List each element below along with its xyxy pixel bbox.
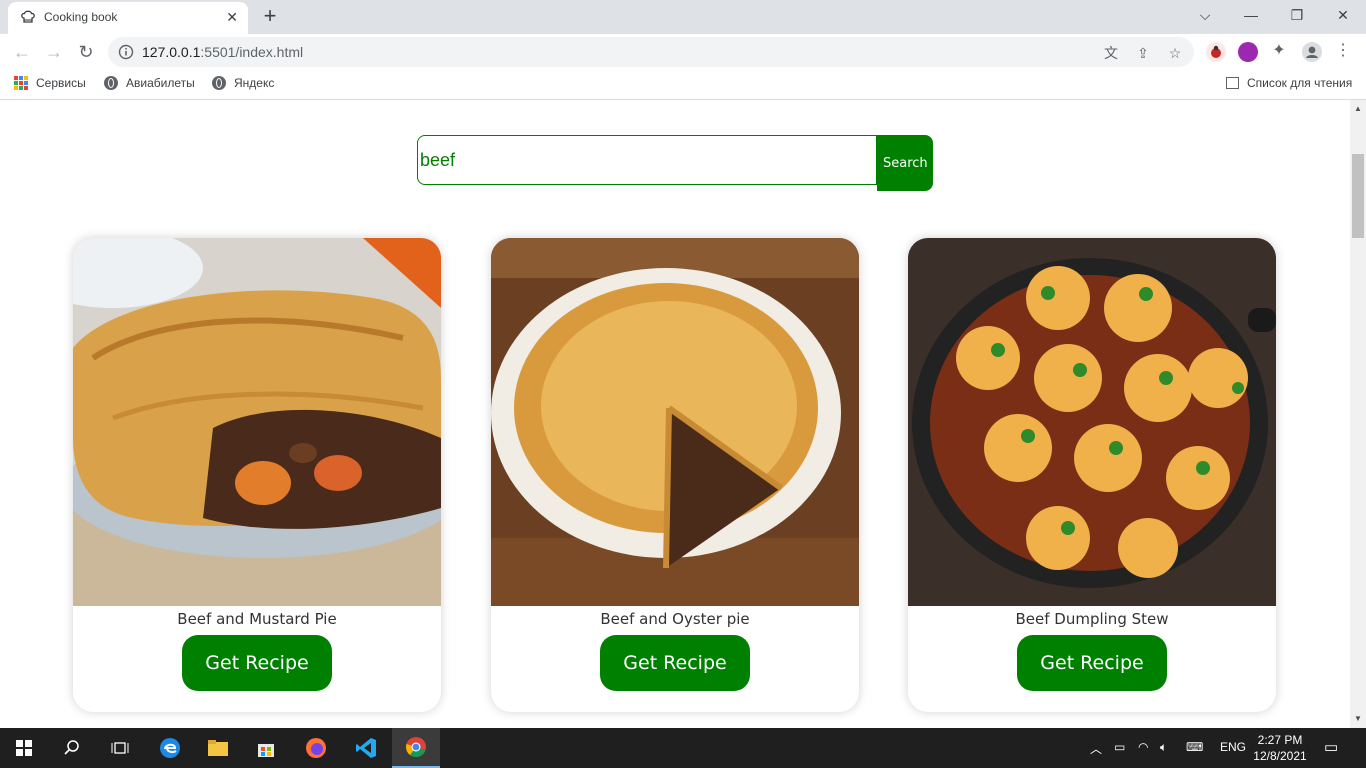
extensions-puzzle-icon[interactable]: ✦ <box>1270 42 1288 60</box>
system-clock[interactable]: 2:27 PM 12/8/2021 <box>1252 732 1308 764</box>
tab-search-button[interactable]: ⌵ <box>1185 4 1225 28</box>
recipe-photo-beef-mustard-pie <box>73 238 441 606</box>
recipe-card: Beef and Mustard Pie Get Recipe <box>73 238 441 712</box>
vscode-icon[interactable] <box>342 728 390 768</box>
share-icon[interactable]: ⇪ <box>1134 44 1152 62</box>
file-explorer-icon[interactable] <box>194 728 242 768</box>
reading-list-icon <box>1226 77 1239 89</box>
tray-chevron-up-icon[interactable]: ︿ <box>1090 740 1102 757</box>
store-icon[interactable] <box>242 728 290 768</box>
url-path: :5501/index.html <box>200 44 304 60</box>
recipe-name: Beef Dumpling Stew <box>1015 610 1169 628</box>
close-tab-icon[interactable]: ✕ <box>226 8 238 26</box>
bookmarks-bar: Сервисы Авиабилеты Яндекс Список для чте… <box>0 70 1366 100</box>
scroll-down-arrow-icon[interactable]: ▼ <box>1354 714 1362 723</box>
new-tab-button[interactable]: + <box>258 5 282 29</box>
bookmark-yandex[interactable]: Яндекс <box>212 76 274 90</box>
maximize-button[interactable]: ❐ <box>1277 4 1317 28</box>
tab-title: Cooking book <box>44 10 118 24</box>
minimize-button[interactable]: — <box>1231 4 1271 28</box>
start-windows-icon[interactable] <box>0 728 48 768</box>
bookmark-services[interactable]: Сервисы <box>14 76 86 90</box>
tab-strip: Cooking book ✕ + ⌵ — ❐ ✕ <box>0 0 1366 34</box>
search-icon[interactable] <box>48 728 96 768</box>
keyboard-icon[interactable]: ⌨︎ <box>1186 740 1203 754</box>
reload-button[interactable]: ↻ <box>74 40 98 64</box>
edge-browser-icon[interactable] <box>146 728 194 768</box>
clock-date: 12/8/2021 <box>1253 749 1307 763</box>
chef-hat-icon <box>21 10 35 23</box>
battery-icon[interactable]: ▭ <box>1114 740 1125 754</box>
search-input[interactable] <box>417 135 877 185</box>
info-icon[interactable] <box>118 44 134 60</box>
get-recipe-button[interactable]: Get Recipe <box>1017 635 1167 691</box>
browser-toolbar: ← → ↻ 127.0.0.1:5501/index.html 文 ⇪ ☆ ✦ … <box>0 34 1366 70</box>
chrome-icon[interactable] <box>392 728 440 768</box>
page-viewport: Search Beef and Mustard Pie Get Recipe <box>0 100 1350 728</box>
recipe-name: Beef and Mustard Pie <box>177 610 337 628</box>
globe-icon <box>104 76 118 90</box>
bookmark-label: Яндекс <box>234 76 275 90</box>
get-recipe-button[interactable]: Get Recipe <box>182 635 332 691</box>
forward-button[interactable]: → <box>42 40 66 64</box>
browser-tab[interactable]: Cooking book ✕ <box>8 2 248 34</box>
recipe-card: Beef and Oyster pie Get Recipe <box>491 238 859 712</box>
search-button[interactable]: Search <box>877 135 933 191</box>
url-host: 127.0.0.1 <box>142 44 201 60</box>
language-indicator[interactable]: ENG <box>1220 740 1246 754</box>
recipe-photo-beef-dumpling-stew <box>908 238 1276 606</box>
profile-avatar-icon[interactable] <box>1302 42 1322 62</box>
search-form: Search <box>417 135 933 191</box>
page-scrollbar[interactable]: ▲ ▼ <box>1350 100 1366 728</box>
bookmark-label: Авиабилеты <box>126 76 195 90</box>
windows-taskbar: ︿ ▭ ◠ 🔈︎ ⌨︎ ENG 2:27 PM 12/8/2021 ▭ <box>0 728 1366 768</box>
recipe-photo-beef-oyster-pie <box>491 238 859 606</box>
recipe-card: Beef Dumpling Stew Get Recipe <box>908 238 1276 712</box>
translate-icon[interactable]: 文 <box>1102 44 1120 62</box>
firefox-icon[interactable] <box>292 728 340 768</box>
back-button[interactable]: ← <box>10 40 34 64</box>
clock-time: 2:27 PM <box>1257 733 1303 747</box>
ladybug-extension-icon[interactable] <box>1206 42 1226 62</box>
task-view-icon[interactable] <box>96 728 144 768</box>
scrollbar-thumb[interactable] <box>1352 154 1364 238</box>
bookmark-star-icon[interactable]: ☆ <box>1166 44 1184 62</box>
menu-kebab-icon[interactable]: ⋮ <box>1334 42 1352 60</box>
get-recipe-button[interactable]: Get Recipe <box>600 635 750 691</box>
wifi-icon[interactable]: ◠ <box>1138 740 1148 754</box>
close-window-button[interactable]: ✕ <box>1323 4 1363 28</box>
apps-grid-icon <box>14 76 28 90</box>
reading-list-button[interactable]: Список для чтения <box>1226 76 1352 90</box>
recipe-name: Beef and Oyster pie <box>600 610 750 628</box>
address-bar[interactable]: 127.0.0.1:5501/index.html 文 ⇪ ☆ <box>108 37 1194 67</box>
bookmark-avia[interactable]: Авиабилеты <box>104 76 195 90</box>
globe-icon <box>212 76 226 90</box>
bookmark-label: Сервисы <box>36 76 86 90</box>
scroll-up-arrow-icon[interactable]: ▲ <box>1354 104 1362 113</box>
notifications-icon[interactable]: ▭ <box>1324 738 1338 756</box>
url-text: 127.0.0.1:5501/index.html <box>142 44 303 60</box>
color-extension-icon[interactable] <box>1238 42 1258 62</box>
volume-icon[interactable]: 🔈︎ <box>1160 740 1167 755</box>
reading-list-label: Список для чтения <box>1247 76 1353 90</box>
